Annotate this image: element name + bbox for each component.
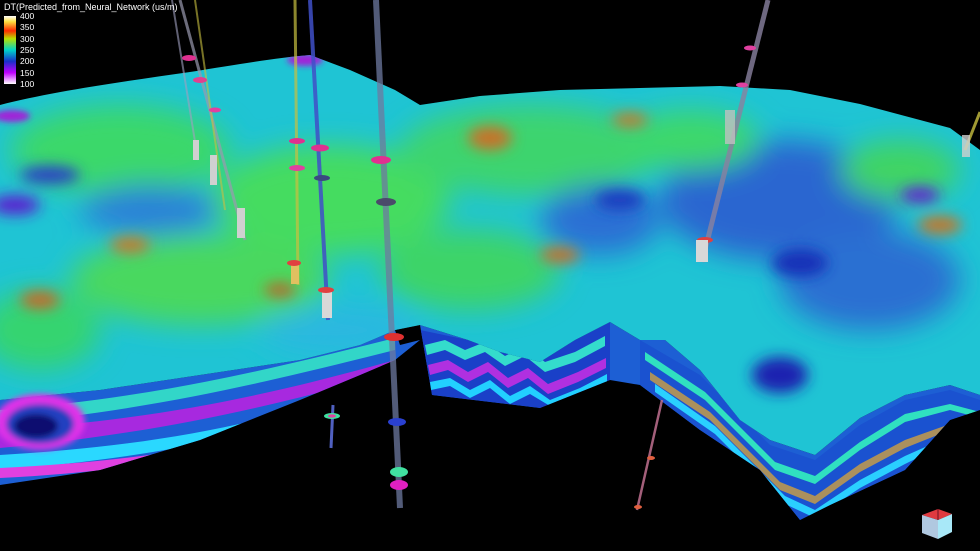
axis-orientation-cube-icon[interactable] (918, 503, 958, 543)
well-7[interactable] (324, 404, 340, 449)
3d-viewport[interactable]: DT(Predicted_from_Neural_Network (us/m) … (0, 0, 980, 551)
legend-tick-200: 200 (20, 56, 35, 67)
legend-tick-400: 400 (20, 11, 35, 21)
legend-tick-100: 100 (20, 79, 35, 89)
legend-tick-150: 150 (20, 67, 35, 78)
legend-color-bar (4, 16, 16, 84)
well-6[interactable] (634, 399, 664, 511)
color-scale-legend: DT(Predicted_from_Neural_Network (us/m) … (4, 3, 178, 89)
legend-tick-350: 350 (20, 22, 35, 33)
legend-tick-250: 250 (20, 45, 35, 55)
legend-tick-300: 300 (20, 33, 35, 44)
